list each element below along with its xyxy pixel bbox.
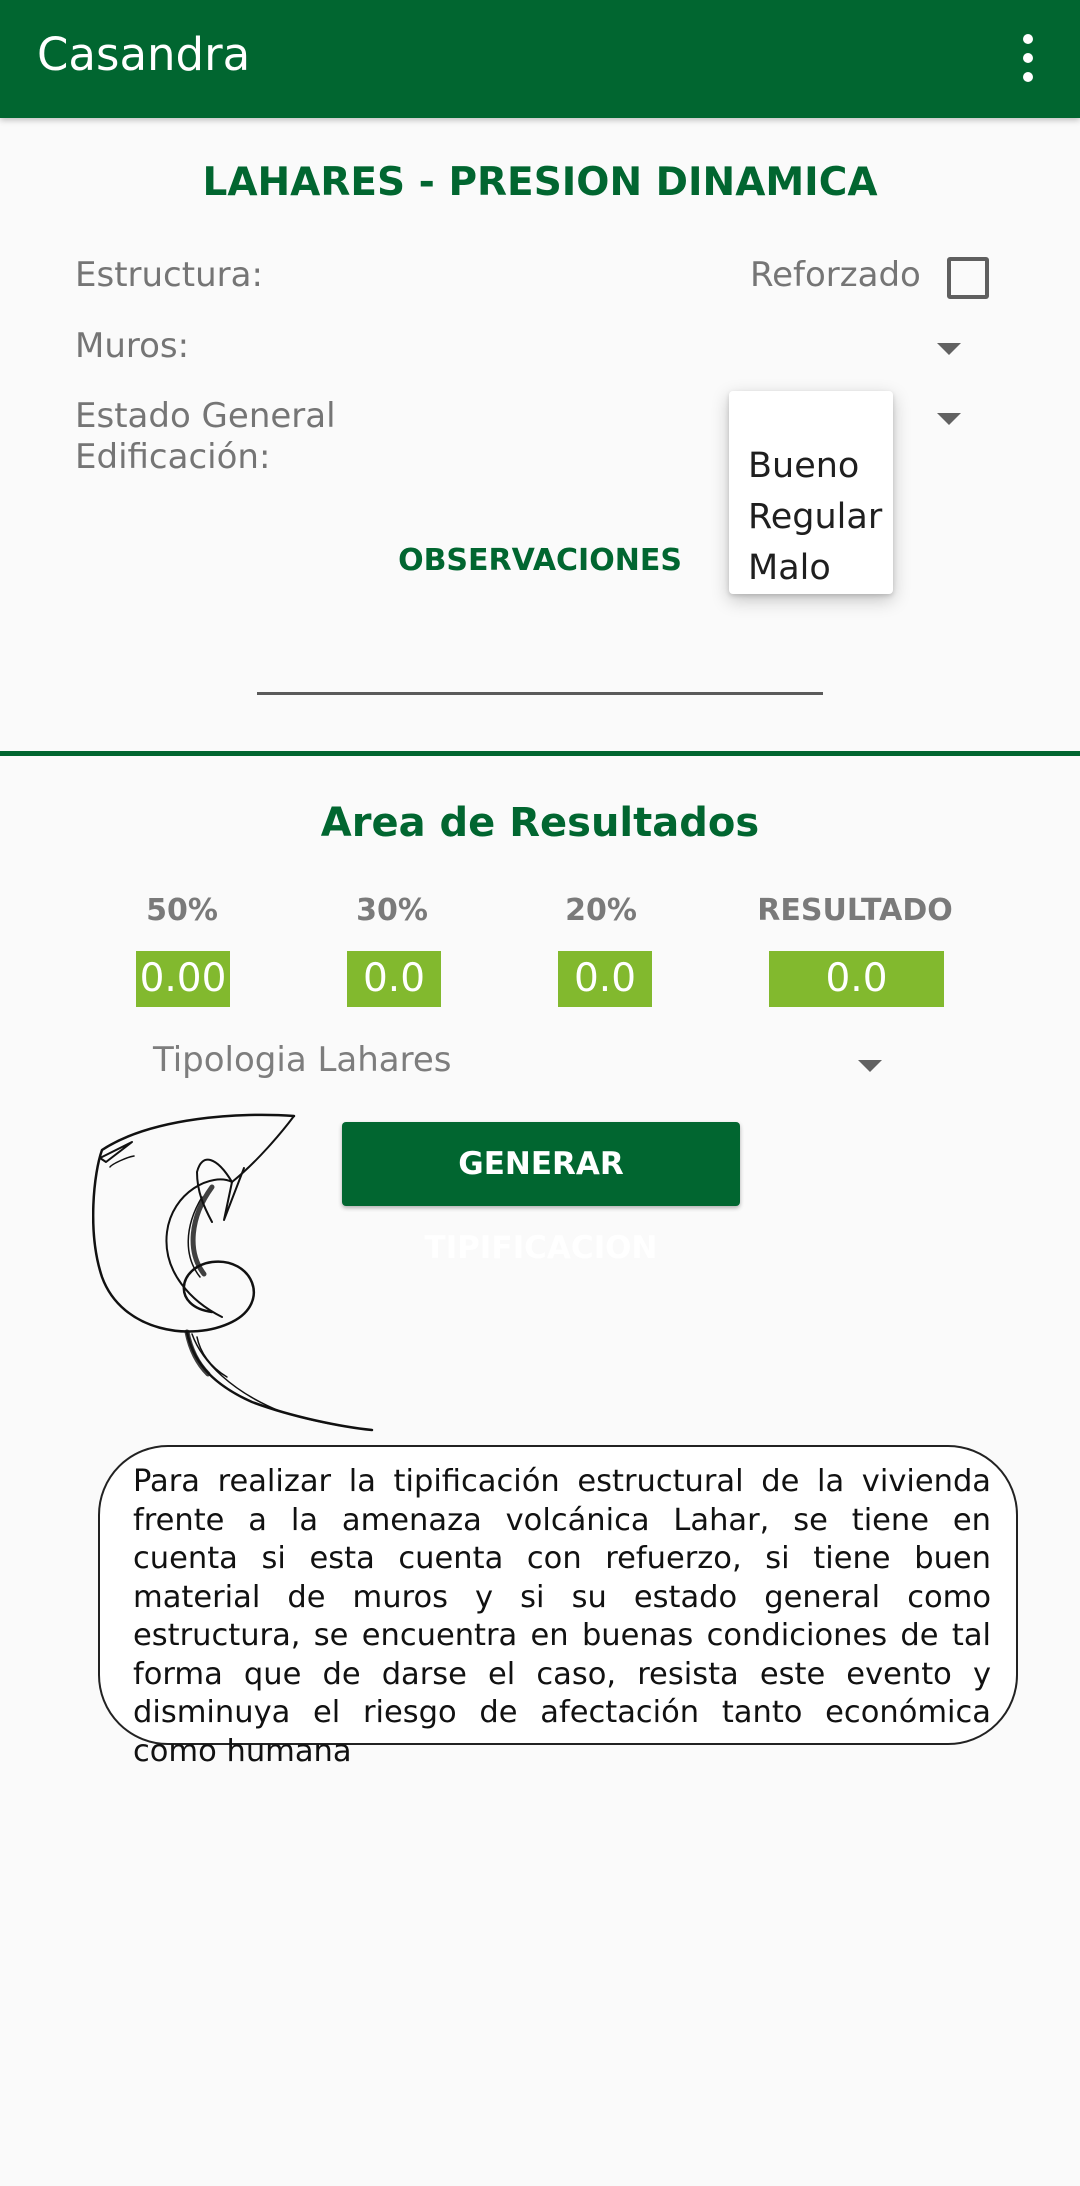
col-label-50: 50%: [146, 893, 218, 928]
dropdown-option-malo[interactable]: Malo: [748, 548, 831, 588]
muros-dropdown-arrow-icon[interactable]: [937, 343, 961, 355]
estado-label-line1: Estado General: [75, 396, 336, 436]
overflow-menu-icon[interactable]: [1010, 28, 1046, 88]
observaciones-button[interactable]: OBSERVACIONES: [380, 536, 700, 586]
results-title: Area de Resultados: [320, 800, 760, 846]
estructura-label: Estructura:: [75, 255, 263, 295]
reforzado-checkbox[interactable]: [947, 257, 989, 299]
estado-dropdown-popup: Bueno Regular Malo: [729, 391, 893, 594]
app-title: Casandra: [37, 28, 251, 81]
col-label-20: 20%: [565, 893, 637, 928]
info-bubble: Para realizar la tipificación estructura…: [98, 1445, 1018, 1769]
col-label-30: 30%: [356, 893, 428, 928]
muros-label: Muros:: [75, 326, 190, 366]
value-50: 0.00: [136, 951, 230, 1007]
reforzado-label: Reforzado: [750, 255, 921, 295]
generar-tipificacion-button[interactable]: GENERAR TIPIFICACION: [342, 1122, 740, 1266]
page-title: LAHARES - PRESION DINAMICA: [202, 160, 878, 205]
info-text: Para realizar la tipificación estructura…: [133, 1464, 991, 1769]
estado-dropdown-arrow-icon[interactable]: [937, 413, 961, 425]
value-resultado: 0.0: [769, 951, 944, 1007]
tipologia-dropdown-arrow-icon[interactable]: [858, 1060, 882, 1072]
dropdown-option-regular[interactable]: Regular: [748, 497, 882, 537]
section-divider: [0, 751, 1080, 756]
dropdown-option-bueno[interactable]: Bueno: [748, 446, 859, 486]
app-bar: Casandra: [0, 0, 1080, 118]
col-label-resultado: RESULTADO: [757, 893, 953, 928]
tipologia-spinner[interactable]: Tipologia Lahares: [153, 1040, 452, 1080]
value-30: 0.0: [347, 951, 441, 1007]
lahar-wave-logo-icon: [92, 1113, 374, 1432]
observaciones-input[interactable]: [257, 692, 823, 695]
value-20: 0.0: [558, 951, 652, 1007]
estado-label-line2: Edificación:: [75, 437, 271, 477]
